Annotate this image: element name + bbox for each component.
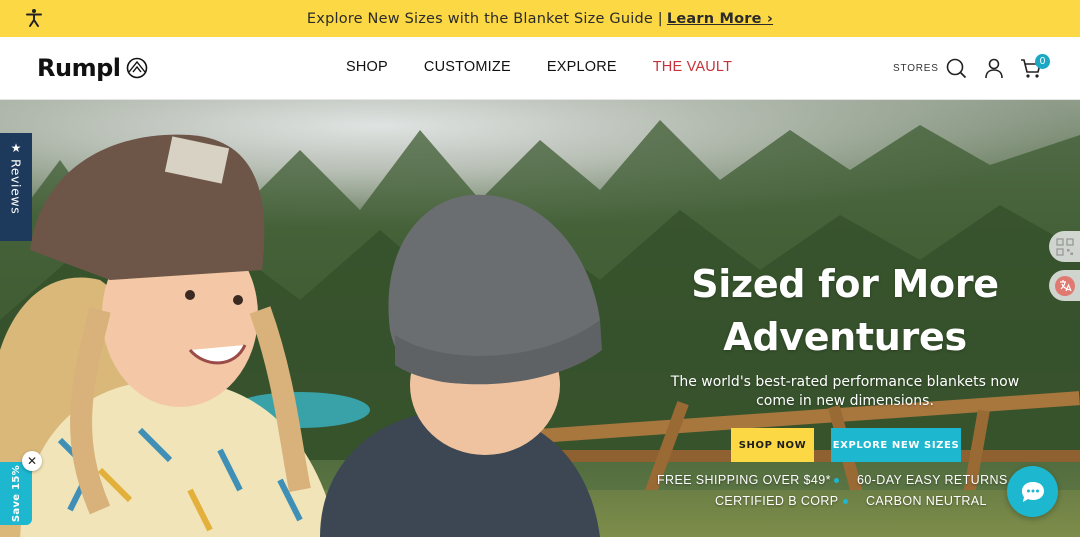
hero-title-line-1: Sized for More: [691, 262, 999, 306]
nav-customize[interactable]: CUSTOMIZE: [424, 59, 511, 75]
translate-widget-button[interactable]: [1049, 270, 1080, 301]
save-discount-label: Save 15%: [10, 464, 22, 523]
explore-new-sizes-button[interactable]: EXPLORE NEW SIZES: [831, 428, 961, 462]
perk-b-corp: CERTIFIED B CORP: [715, 494, 839, 508]
logo-mark-icon: [127, 57, 148, 79]
search-icon[interactable]: [945, 57, 967, 79]
site-header: Rumpl SHOP CUSTOMIZE EXPLORE THE VAULT S…: [0, 37, 1080, 100]
perk-easy-returns: 60-DAY EASY RETURNS: [857, 473, 1008, 487]
shop-now-button[interactable]: SHOP NOW: [731, 428, 814, 462]
reviews-tab-label: Reviews: [8, 159, 24, 215]
announcement-text: Explore New Sizes with the Blanket Size …: [306, 10, 663, 27]
hero-subtitle-line-1: The world's best-rated performance blank…: [670, 374, 1020, 390]
perk-carbon-neutral: CARBON NEUTRAL: [866, 494, 987, 508]
qr-code-icon: [1055, 237, 1074, 256]
chat-bubble-icon: [1021, 481, 1044, 502]
logo-text: Rumpl: [37, 54, 121, 82]
learn-more-link[interactable]: Learn More ›: [667, 11, 773, 27]
hero-title-line-2: Adventures: [723, 315, 967, 359]
star-icon: ★: [10, 141, 22, 155]
qr-code-widget-button[interactable]: [1049, 231, 1080, 262]
nav-explore[interactable]: EXPLORE: [547, 59, 617, 75]
perk-separator-dot: [843, 499, 848, 504]
accessibility-icon[interactable]: [24, 8, 44, 28]
chat-button[interactable]: [1007, 466, 1058, 517]
translate-icon: [1054, 275, 1075, 296]
logo[interactable]: Rumpl: [37, 54, 148, 82]
account-icon[interactable]: [983, 57, 1005, 79]
cart-count-badge: 0: [1035, 54, 1050, 69]
perk-free-shipping: FREE SHIPPING OVER $49*: [657, 473, 831, 487]
announcement-bar: Explore New Sizes with the Blanket Size …: [0, 0, 1080, 37]
save-discount-tab[interactable]: Save 15%: [0, 462, 32, 525]
hero-child-boy-image: [320, 194, 602, 537]
hero-title: Sized for More Adventures: [680, 258, 1010, 364]
reviews-tab[interactable]: ★ Reviews: [0, 133, 32, 241]
nav-shop[interactable]: SHOP: [346, 59, 388, 75]
main-nav: SHOP CUSTOMIZE EXPLORE THE VAULT: [346, 59, 768, 75]
hero-subtitle-line-2: come in new dimensions.: [756, 393, 934, 409]
stores-link[interactable]: STORES: [893, 63, 939, 74]
hero-banner: Sized for More Adventures The world's be…: [0, 100, 1080, 537]
perk-separator-dot: [834, 478, 839, 483]
hero-subtitle: The world's best-rated performance blank…: [650, 373, 1040, 411]
nav-the-vault[interactable]: THE VAULT: [653, 59, 732, 75]
close-icon[interactable]: ✕: [22, 451, 42, 471]
